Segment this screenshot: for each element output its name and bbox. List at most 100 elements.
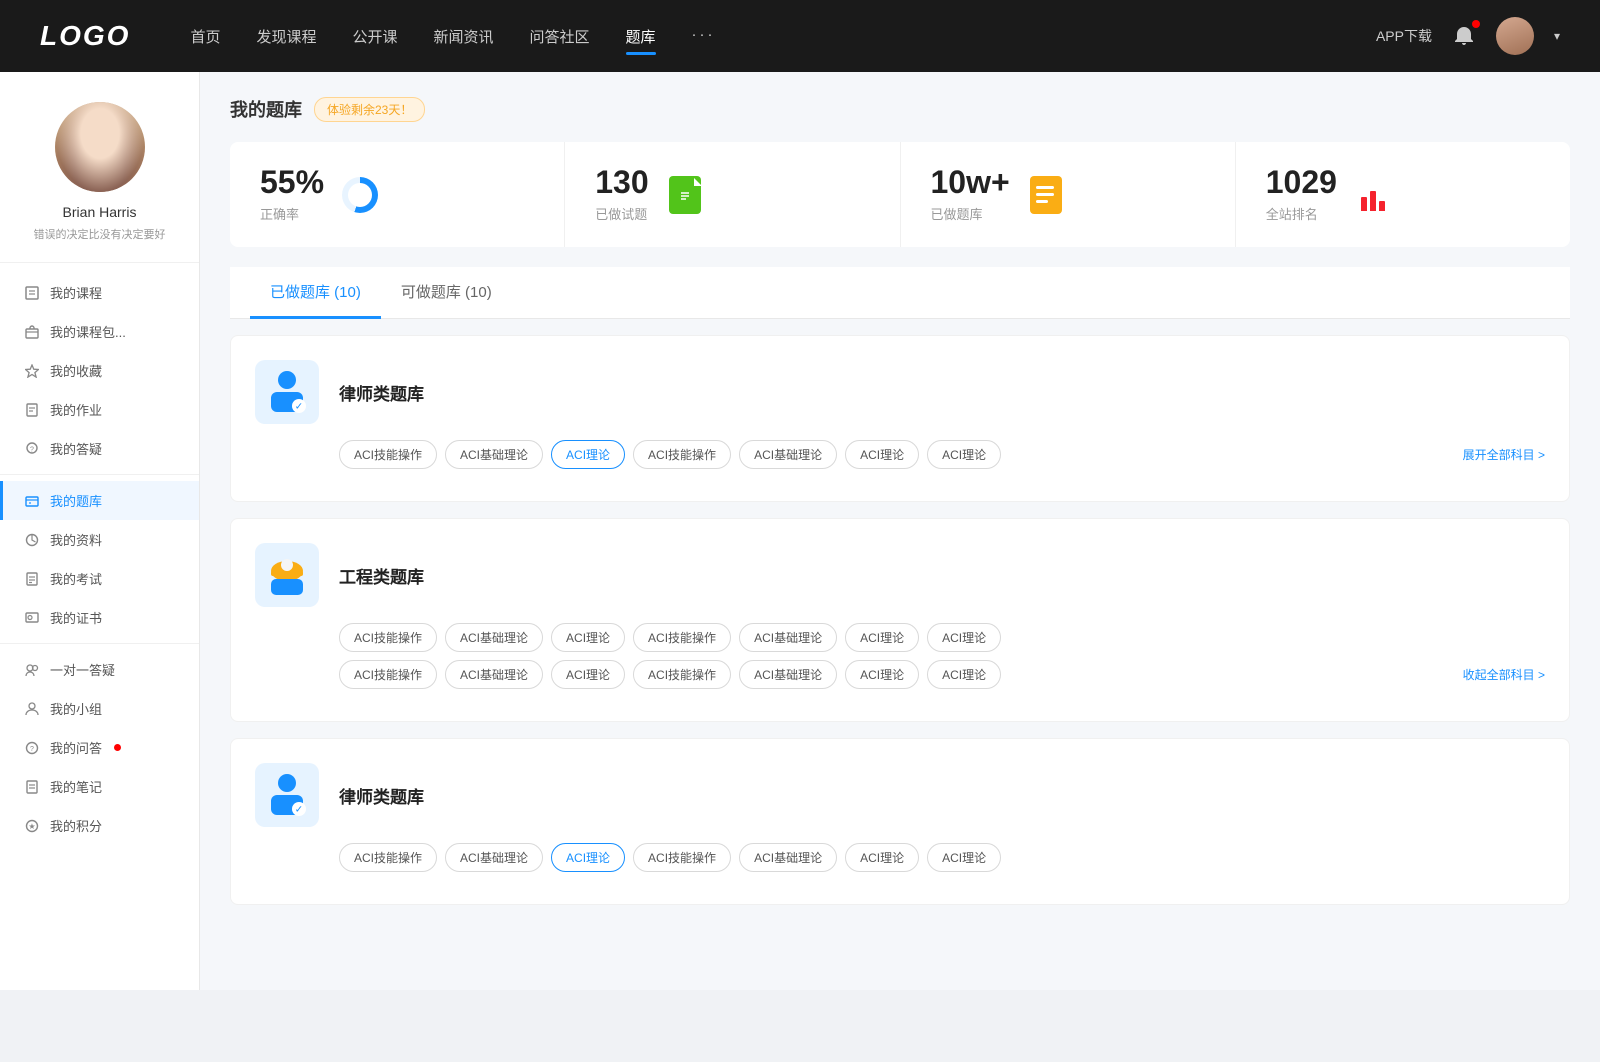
stat-value-done: 130: [595, 166, 648, 198]
list-line-3: [1036, 200, 1048, 203]
tag-2b-2[interactable]: ACI基础理论: [445, 660, 543, 689]
divider-2: [0, 643, 199, 644]
sidebar-motto: 错误的决定比没有决定要好: [34, 226, 166, 242]
tag-1-5[interactable]: ACI基础理论: [739, 440, 837, 469]
exam-icon: [24, 571, 40, 587]
sidebar-item-my-collect[interactable]: 我的收藏: [0, 351, 199, 390]
nav-link-open[interactable]: 公开课: [352, 22, 397, 51]
bar-3: [1379, 201, 1385, 211]
svg-text:✓: ✓: [295, 402, 303, 413]
trial-badge[interactable]: 体验剩余23天！: [314, 97, 425, 122]
tag-2b-6[interactable]: ACI理论: [845, 660, 919, 689]
tag-1-1[interactable]: ACI技能操作: [339, 440, 437, 469]
nav-link-news[interactable]: 新闻资讯: [434, 22, 494, 51]
expand-link-1[interactable]: 展开全部科目 >: [1463, 446, 1545, 463]
tag-2-1[interactable]: ACI技能操作: [339, 623, 437, 652]
qbank-tags-row-2b: ACI技能操作 ACI基础理论 ACI理论 ACI技能操作 ACI基础理论 AC…: [255, 660, 1545, 689]
sidebar-label-my-group: 我的小组: [50, 699, 102, 718]
stat-text-rank: 1029 全站排名: [1266, 166, 1337, 223]
nav-link-home[interactable]: 首页: [190, 22, 220, 51]
sidebar-label-my-question: 我的问答: [50, 738, 102, 757]
list-line-1: [1036, 186, 1054, 189]
tag-1-6[interactable]: ACI理论: [845, 440, 919, 469]
tag-3-5[interactable]: ACI基础理论: [739, 843, 837, 872]
sidebar-item-my-qa[interactable]: ? 我的答疑: [0, 429, 199, 468]
sidebar: Brian Harris 错误的决定比没有决定要好 我的课程 我的课程包...: [0, 72, 200, 990]
tag-3-1[interactable]: ACI技能操作: [339, 843, 437, 872]
qbank-header-1: ✓ 律师类题库: [255, 360, 1545, 424]
stat-label-correct: 正确率: [260, 204, 324, 223]
tab-available-banks[interactable]: 可做题库 (10): [381, 267, 512, 319]
nav-link-discover[interactable]: 发现课程: [256, 22, 316, 51]
sidebar-item-my-group[interactable]: 我的小组: [0, 689, 199, 728]
sidebar-menu: 我的课程 我的课程包... 我的收藏 我的作业: [0, 263, 199, 855]
tag-2b-4[interactable]: ACI技能操作: [633, 660, 731, 689]
points-icon: ★: [24, 818, 40, 834]
tag-2-7[interactable]: ACI理论: [927, 623, 1001, 652]
tag-3-3[interactable]: ACI理论: [551, 843, 625, 872]
sidebar-label-my-course: 我的课程: [50, 283, 102, 302]
stat-done-banks: 10w+ 已做题库: [901, 142, 1236, 247]
tag-1-3[interactable]: ACI理论: [551, 440, 625, 469]
list-icon: [1026, 175, 1066, 215]
user-menu-chevron[interactable]: ▾: [1554, 29, 1560, 43]
tag-2b-1[interactable]: ACI技能操作: [339, 660, 437, 689]
doc-icon: [665, 175, 705, 215]
homework-icon: [24, 402, 40, 418]
user-avatar[interactable]: [1496, 17, 1534, 55]
nav-link-qa[interactable]: 问答社区: [530, 22, 590, 51]
bar-1: [1361, 197, 1367, 211]
sidebar-item-my-data[interactable]: 我的资料: [0, 520, 199, 559]
tag-2b-7[interactable]: ACI理论: [927, 660, 1001, 689]
tag-2-4[interactable]: ACI技能操作: [633, 623, 731, 652]
sidebar-item-my-homework[interactable]: 我的作业: [0, 390, 199, 429]
sidebar-item-oneone[interactable]: 一对一答疑: [0, 650, 199, 689]
sidebar-item-my-points[interactable]: ★ 我的积分: [0, 806, 199, 845]
tag-2-2[interactable]: ACI基础理论: [445, 623, 543, 652]
tag-2b-5[interactable]: ACI基础理论: [739, 660, 837, 689]
tag-2b-3[interactable]: ACI理论: [551, 660, 625, 689]
nav-link-more[interactable]: ···: [692, 22, 716, 51]
sidebar-item-my-package[interactable]: 我的课程包...: [0, 312, 199, 351]
group-icon: [24, 701, 40, 717]
sidebar-item-my-note[interactable]: 我的笔记: [0, 767, 199, 806]
tag-1-2[interactable]: ACI基础理论: [445, 440, 543, 469]
tag-2-3[interactable]: ACI理论: [551, 623, 625, 652]
stat-text-correct: 55% 正确率: [260, 166, 324, 223]
content-inner: 我的题库 体验剩余23天！ 55% 正确率 130: [230, 96, 1570, 921]
tag-3-7[interactable]: ACI理论: [927, 843, 1001, 872]
sidebar-item-my-bank[interactable]: 我的题库: [0, 481, 199, 520]
sidebar-label-my-points: 我的积分: [50, 816, 102, 835]
chart-visual: [1357, 179, 1389, 211]
qbank-icon-lawyer-1: ✓: [255, 360, 319, 424]
qbank-card-1: ✓ 律师类题库 ACI技能操作 ACI基础理论 ACI理论 ACI技能操作 AC…: [230, 335, 1570, 502]
qbank-icon-lawyer-3: ✓: [255, 763, 319, 827]
notification-bell[interactable]: [1452, 24, 1476, 48]
sidebar-profile: Brian Harris 错误的决定比没有决定要好: [0, 102, 199, 263]
tag-3-6[interactable]: ACI理论: [845, 843, 919, 872]
qbank-card-3: ✓ 律师类题库 ACI技能操作 ACI基础理论 ACI理论 ACI技能操作 AC…: [230, 738, 1570, 905]
sidebar-label-my-cert: 我的证书: [50, 608, 102, 627]
nav-link-bank[interactable]: 题库: [626, 22, 656, 51]
main-wrapper: Brian Harris 错误的决定比没有决定要好 我的课程 我的课程包...: [0, 72, 1600, 990]
stat-label-rank: 全站排名: [1266, 204, 1337, 223]
sidebar-item-my-exam[interactable]: 我的考试: [0, 559, 199, 598]
tab-done-banks[interactable]: 已做题库 (10): [250, 267, 381, 319]
sidebar-avatar[interactable]: [55, 102, 145, 192]
bell-icon: [1452, 24, 1476, 48]
tag-1-7[interactable]: ACI理论: [927, 440, 1001, 469]
app-download-link[interactable]: APP下载: [1376, 26, 1432, 46]
logo[interactable]: LOGO: [40, 20, 130, 52]
divider-1: [0, 474, 199, 475]
collapse-link-2[interactable]: 收起全部科目 >: [1463, 666, 1545, 683]
tag-2-5[interactable]: ACI基础理论: [739, 623, 837, 652]
sidebar-item-my-course[interactable]: 我的课程: [0, 273, 199, 312]
tag-1-4[interactable]: ACI技能操作: [633, 440, 731, 469]
qbank-title-1: 律师类题库: [339, 380, 424, 405]
donut-chart-icon: [340, 175, 380, 215]
sidebar-item-my-question[interactable]: ? 我的问答: [0, 728, 199, 767]
tag-2-6[interactable]: ACI理论: [845, 623, 919, 652]
sidebar-item-my-cert[interactable]: 我的证书: [0, 598, 199, 637]
tag-3-4[interactable]: ACI技能操作: [633, 843, 731, 872]
tag-3-2[interactable]: ACI基础理论: [445, 843, 543, 872]
